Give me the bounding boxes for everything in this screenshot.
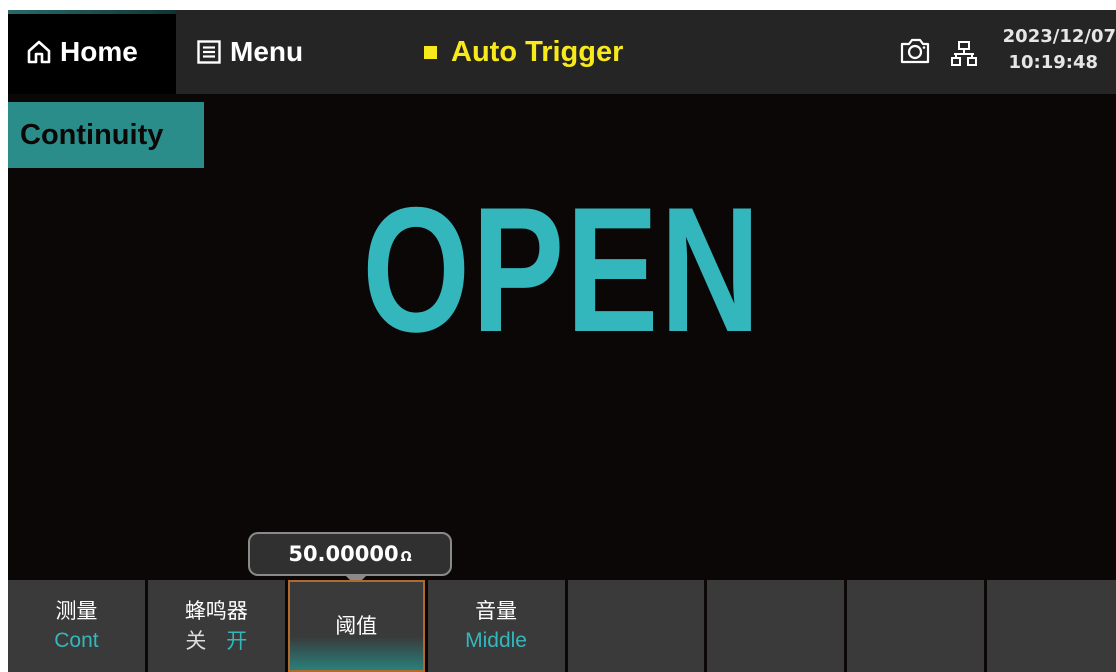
trigger-label: Auto Trigger (451, 35, 624, 68)
date-text: 2023/12/07 (1002, 26, 1116, 47)
trigger-status[interactable]: Auto Trigger (424, 10, 623, 94)
softkey-bar: 测量 Cont 蜂鸣器 关 开 阈值 音量 Middle (8, 580, 1116, 672)
softkey-empty-5[interactable] (567, 580, 705, 672)
threshold-unit: Ω (400, 549, 412, 565)
softkey-label: 阈值 (335, 614, 378, 638)
trigger-indicator-icon (424, 45, 437, 59)
threshold-value: 50.00000 (288, 542, 399, 566)
softkey-volume[interactable]: 音量 Middle (427, 580, 565, 672)
beeper-off-option: 关 (185, 628, 207, 653)
camera-icon[interactable] (898, 36, 932, 70)
menu-tab-label: Menu (230, 36, 304, 67)
instrument-screen: Home Menu Auto Trigger 2023/12/07 10:19:… (8, 10, 1116, 672)
time-text: 10:19:48 (1008, 52, 1098, 73)
network-icon (950, 40, 978, 72)
softkey-measure[interactable]: 测量 Cont (8, 580, 145, 672)
date-time: 2023/12/07 10:19:48 (986, 24, 1116, 76)
home-icon (27, 40, 51, 64)
softkey-value: 关 开 (185, 626, 247, 657)
softkey-label: 音量 (475, 599, 518, 623)
beeper-on-option: 开 (226, 628, 248, 653)
menu-icon (197, 40, 221, 64)
measurement-reading: OPEN (362, 170, 762, 369)
softkey-empty-8[interactable] (987, 580, 1116, 672)
softkey-label: 蜂鸣器 (184, 598, 248, 623)
menu-tab[interactable]: Menu (196, 10, 303, 94)
home-tab-label: Home (60, 36, 138, 67)
softkey-label: 测量 (55, 599, 98, 623)
softkey-empty-6[interactable] (707, 580, 845, 672)
softkey-beeper[interactable]: 蜂鸣器 关 开 (147, 580, 285, 672)
softkey-value: Middle (465, 629, 527, 652)
softkey-value: Cont (54, 629, 99, 652)
softkey-empty-7[interactable] (847, 580, 985, 672)
threshold-popup[interactable]: 50.00000 Ω (248, 532, 452, 576)
softkey-threshold[interactable]: 阈值 (287, 580, 425, 672)
top-bar: Home Menu Auto Trigger 2023/12/07 10:19:… (8, 10, 1116, 94)
home-tab[interactable]: Home (26, 10, 138, 94)
